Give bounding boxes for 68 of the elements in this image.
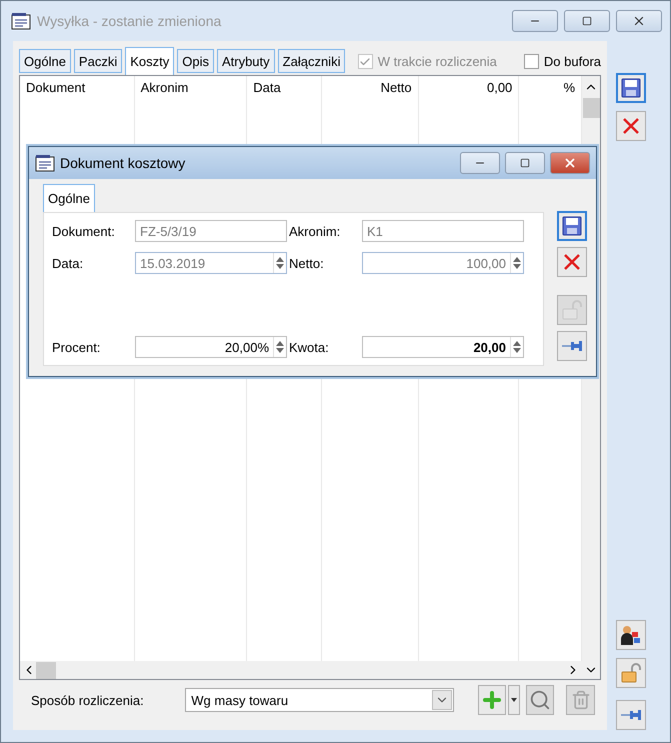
column-header[interactable]: Dokument xyxy=(20,76,134,100)
tab[interactable]: Ogólne xyxy=(19,49,71,73)
window-icon xyxy=(35,154,55,172)
spin-arrows-icon xyxy=(513,340,521,354)
checkbox-option[interactable]: Do bufora xyxy=(524,54,601,75)
delete-button[interactable] xyxy=(616,111,646,141)
caret-icon xyxy=(511,698,518,702)
dialog-title: Dokument kosztowy xyxy=(60,155,186,171)
maximize-icon xyxy=(520,158,530,168)
save-icon xyxy=(621,78,641,98)
search-icon xyxy=(529,689,552,711)
maximize-button[interactable] xyxy=(564,10,610,32)
pin-icon xyxy=(561,339,583,353)
save-button[interactable] xyxy=(557,211,587,241)
padlock-icon xyxy=(620,662,642,684)
settlement-dropdown[interactable]: Wg masy towaru xyxy=(185,688,454,712)
padlock-icon xyxy=(561,299,583,321)
search-button[interactable] xyxy=(526,685,554,715)
tab[interactable]: Paczki xyxy=(74,49,122,73)
field-label: Dokument: xyxy=(51,224,116,238)
window-title: Wysyłka - zostanie zmieniona xyxy=(37,13,222,29)
delete-button[interactable] xyxy=(557,247,587,277)
field-label: Procent: xyxy=(51,340,102,354)
close-button[interactable] xyxy=(550,152,590,174)
maximize-button[interactable] xyxy=(505,152,545,174)
column-header[interactable]: Data xyxy=(247,76,321,100)
save-icon xyxy=(562,216,582,236)
close-icon xyxy=(563,156,577,170)
field-label: Netto: xyxy=(288,256,325,270)
settlement-label: Sposób rozliczenia: xyxy=(31,692,145,708)
trash-icon xyxy=(570,690,591,710)
pin-button[interactable] xyxy=(616,700,646,730)
field-label: Data: xyxy=(51,256,84,270)
scroll-thumb[interactable] xyxy=(36,662,56,678)
tab[interactable]: Opis xyxy=(177,49,214,73)
spin-field[interactable]: 20,00% xyxy=(135,336,287,358)
delete-icon xyxy=(563,253,581,271)
pin-button[interactable] xyxy=(557,331,587,361)
add-menu-button[interactable] xyxy=(508,685,520,715)
column-header[interactable]: Akronim xyxy=(134,76,246,100)
minimize-button[interactable] xyxy=(512,10,558,32)
tab[interactable]: Atrybuty xyxy=(216,49,275,73)
column-header[interactable]: 0,00 xyxy=(418,76,518,100)
minimize-button[interactable] xyxy=(460,152,500,174)
tab[interactable]: Ogólne xyxy=(43,184,95,212)
close-button[interactable] xyxy=(616,10,662,32)
scroll-thumb[interactable] xyxy=(582,98,600,118)
tab[interactable]: Załączniki xyxy=(278,49,346,73)
contractor-button[interactable] xyxy=(616,620,646,650)
horizontal-scrollbar[interactable] xyxy=(20,661,600,679)
spin-arrows-icon xyxy=(276,256,284,270)
spin-arrows-icon xyxy=(513,256,521,270)
spin-field[interactable]: 20,00 xyxy=(362,336,524,358)
pin-icon xyxy=(620,708,642,722)
column-header[interactable]: % xyxy=(519,76,582,100)
spin-arrows-icon xyxy=(276,340,284,354)
field-label: Akronim: xyxy=(288,224,342,238)
column-header[interactable]: Netto xyxy=(322,76,418,100)
save-button[interactable] xyxy=(616,73,646,103)
people-icon xyxy=(620,624,642,646)
maximize-icon xyxy=(582,16,592,26)
delete-icon xyxy=(622,117,640,135)
field-label: Kwota: xyxy=(288,340,330,354)
close-icon xyxy=(632,14,646,28)
lock-button[interactable] xyxy=(616,658,646,688)
window-icon xyxy=(11,12,31,30)
tab[interactable]: Koszty xyxy=(125,47,174,75)
check-icon xyxy=(359,56,372,68)
